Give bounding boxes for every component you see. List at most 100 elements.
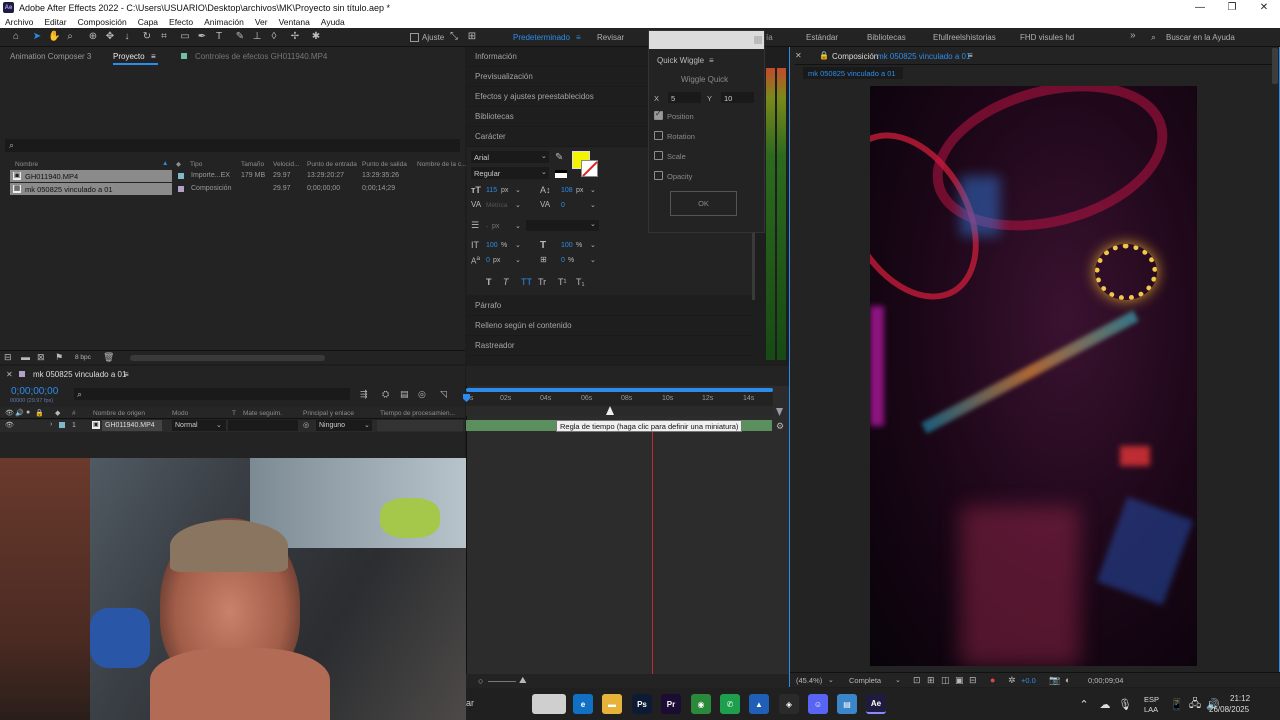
tracking-value[interactable]: 0 <box>561 202 565 209</box>
layer-expand-icon[interactable]: › <box>50 421 52 428</box>
interpret-footage-icon[interactable]: ⊟ <box>4 352 12 363</box>
faux-bold-button[interactable]: T <box>486 277 492 287</box>
track-matte-select[interactable] <box>228 420 298 431</box>
align-icon[interactable]: ⊞ <box>466 31 478 43</box>
chevron-down-icon[interactable]: ⌄ <box>895 676 901 684</box>
exposure-value[interactable]: +0.0 <box>1021 676 1036 685</box>
phone-link-icon[interactable]: 📱 <box>1168 696 1186 712</box>
col-type[interactable]: Tipo <box>190 161 202 168</box>
show-snapshot-icon[interactable]: ◐ <box>1065 675 1070 685</box>
lock-column-icon[interactable]: 🔒 <box>35 409 44 417</box>
language-top[interactable]: ESP <box>1144 695 1159 704</box>
workspace-bibliotecas[interactable]: Bibliotecas <box>867 33 906 42</box>
clock-date[interactable]: 26/08/2025 <box>1209 705 1249 714</box>
comp-scrollbar[interactable] <box>1272 48 1278 84</box>
hand-tool-icon[interactable]: ✋ <box>48 31 60 43</box>
rotation-checkbox[interactable] <box>654 131 663 140</box>
col-t[interactable]: T <box>232 410 236 417</box>
baseline-shift-value[interactable]: 0 <box>486 257 490 264</box>
workspace-menu-icon[interactable]: ≡ <box>576 33 581 42</box>
close-button[interactable]: ✕ <box>1248 0 1280 15</box>
timeline-layer-row[interactable]: 👁 › 1 ▣ GH011940.MP4 Normal ⌄ ◎ Ninguno … <box>0 420 465 432</box>
eyedropper-icon[interactable]: ✎ <box>555 152 563 163</box>
pen-tool-icon[interactable]: ✒ <box>196 31 208 43</box>
menu-animacion[interactable]: Animación <box>204 17 244 27</box>
tray-chevron-up-icon[interactable]: ⌃ <box>1075 696 1093 712</box>
edge-icon[interactable]: e <box>573 694 593 714</box>
workspace-predeterminado[interactable]: Predeterminado <box>513 33 570 42</box>
comp-tab-name[interactable]: mk 050825 vinculado a 01 <box>877 52 970 61</box>
selection-tool-icon[interactable]: ➤ <box>31 31 43 43</box>
chevron-down-icon[interactable]: ⌄ <box>515 256 521 264</box>
type-tool-icon[interactable]: T <box>213 31 225 43</box>
zoom-slider[interactable] <box>488 681 516 682</box>
trash-icon[interactable]: 🗑 <box>103 352 114 363</box>
col-parent[interactable]: Principal y enlace <box>303 410 354 417</box>
quick-wiggle-titlebar[interactable] <box>649 31 764 49</box>
stroke-color-swatch[interactable] <box>581 160 598 177</box>
video-visibility-icon[interactable]: 👁 <box>5 409 14 417</box>
col-name[interactable]: Nombre <box>15 161 38 168</box>
menu-capa[interactable]: Capa <box>138 17 158 27</box>
comp-tab-prefix[interactable]: Composición <box>832 52 878 61</box>
col-source-name[interactable]: Nombre de origen <box>93 410 145 417</box>
wiggle-x-input[interactable]: 5 <box>668 92 701 103</box>
ok-button[interactable]: OK <box>670 191 737 216</box>
shy-layers-icon[interactable]: ▤ <box>400 389 409 400</box>
eraser-tool-icon[interactable]: ◊ <box>268 31 280 43</box>
wiggle-y-input[interactable]: 10 <box>721 92 754 103</box>
rectangle-tool-icon[interactable]: ▭ <box>179 31 191 43</box>
layer-visibility-icon[interactable]: 👁 <box>5 421 14 429</box>
minimize-button[interactable]: — <box>1184 0 1216 15</box>
steam-icon[interactable]: ◈ <box>779 694 799 714</box>
font-size-value[interactable]: 115 <box>486 187 497 194</box>
chevron-down-icon[interactable]: ⌄ <box>216 421 222 429</box>
region-of-interest-icon[interactable]: ▣ <box>955 675 964 686</box>
anchor-tool-icon[interactable]: ⌗ <box>158 31 170 43</box>
comp-mini-flowchart-icon[interactable]: ⇶ <box>360 389 368 400</box>
project-row[interactable]: ▦ mk 050825 vinculado a 01 Composición 2… <box>10 183 460 195</box>
guides-icon[interactable]: ⊟ <box>969 675 977 686</box>
scale-checkbox[interactable] <box>654 151 663 160</box>
menu-ver[interactable]: Ver <box>255 17 268 27</box>
taskbar-search-tail[interactable]: ar <box>466 698 474 708</box>
composition-viewer[interactable] <box>870 86 1197 666</box>
label-tag-icon[interactable]: ◆ <box>176 160 181 168</box>
tray-microphone-icon[interactable]: 🎙 <box>1116 696 1134 712</box>
comp-button-icon[interactable]: ⚙ <box>776 421 784 432</box>
orbit-tool-icon[interactable]: ⊕ <box>87 31 99 43</box>
font-style-select[interactable]: Regular ⌄ <box>471 167 549 179</box>
puppet-tool-icon[interactable]: ✱ <box>310 31 322 43</box>
maximize-button[interactable]: ❐ <box>1216 0 1248 15</box>
current-timecode[interactable]: 0;00;00;00 <box>11 386 58 397</box>
panel-relleno-contenido[interactable]: Relleno según el contenido <box>467 316 755 336</box>
project-settings-icon[interactable]: ⚑ <box>55 352 63 363</box>
rotation-tool-icon[interactable]: ↻ <box>141 31 153 43</box>
mask-visibility-icon[interactable]: ◫ <box>941 675 950 686</box>
language-bottom[interactable]: LAA <box>1144 705 1158 714</box>
clone-stamp-tool-icon[interactable]: ⊥ <box>251 31 263 43</box>
zoom-tool-icon[interactable]: ⌕ <box>64 31 76 43</box>
opacity-checkbox[interactable] <box>654 171 663 180</box>
stroke-type-select[interactable]: ⌄ <box>526 220 599 231</box>
superscript-button[interactable]: T¹ <box>558 277 567 287</box>
network-icon[interactable]: 🖧 <box>1186 696 1204 712</box>
col-fps[interactable]: Velocid... <box>273 161 299 168</box>
chevron-down-icon[interactable]: ⌄ <box>590 186 596 194</box>
lock-icon[interactable]: 🔒 <box>819 51 829 60</box>
vertical-scale-value[interactable]: 100 <box>486 242 498 249</box>
roto-brush-tool-icon[interactable]: ✢ <box>289 31 301 43</box>
chrome-icon[interactable]: ◉ <box>691 694 711 714</box>
chevron-down-icon[interactable]: ⌄ <box>515 241 521 249</box>
snap-icon[interactable]: ⤡ <box>448 31 460 43</box>
close-comp-tab-icon[interactable]: ✕ <box>795 51 802 60</box>
col-render-time[interactable]: Tiempo de procesamien... <box>380 410 455 417</box>
leading-value[interactable]: 108 <box>561 187 573 194</box>
panel-parrafo[interactable]: Párrafo <box>467 296 755 316</box>
kerning-value[interactable]: Métrica <box>486 202 507 209</box>
chevron-down-icon[interactable]: ⌄ <box>590 256 596 264</box>
chevron-down-icon[interactable]: ⌄ <box>590 241 596 249</box>
menu-composicion[interactable]: Composición <box>78 17 127 27</box>
timeline-comp-tab[interactable]: mk 050825 vinculado a 01 <box>33 370 126 379</box>
horizontal-scale-value[interactable]: 100 <box>561 242 573 249</box>
